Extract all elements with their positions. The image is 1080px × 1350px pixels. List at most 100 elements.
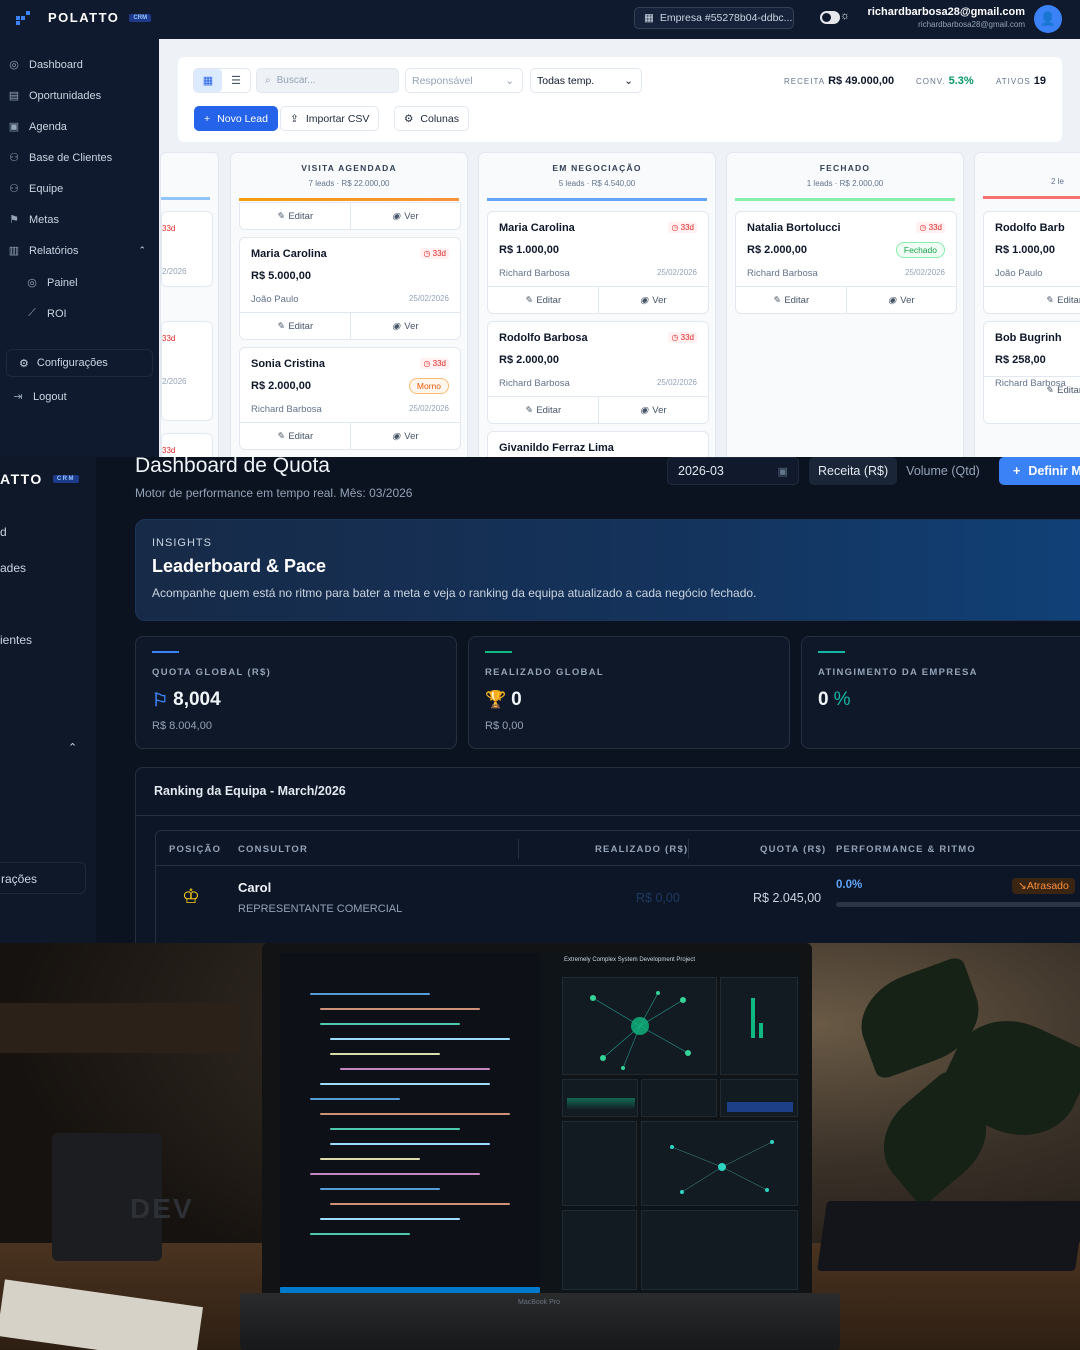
days-value: 33d xyxy=(680,223,694,232)
temperature-select[interactable]: Todas temp. ⌄ xyxy=(530,68,642,93)
code-editor xyxy=(280,953,540,1293)
revenue-toggle[interactable]: Receita (R$) xyxy=(809,457,898,485)
lead-card[interactable]: Bob Bugrinh R$ 258,00 Richard Barbosa ✎ E… xyxy=(983,321,1080,424)
column-title: EM NEGOCIAÇÃO xyxy=(552,163,642,173)
grid-view-icon[interactable]: ▦ xyxy=(194,69,222,92)
view-button[interactable]: ◉ Ver xyxy=(351,423,461,449)
volume-toggle[interactable]: Volume (Qtd) xyxy=(897,457,989,485)
card-actions: ✎ Editar xyxy=(984,376,1080,403)
lead-card[interactable]: Natalia Bortolucci ◷ 33d R$ 2.000,00 Fec… xyxy=(735,211,957,314)
import-csv-button[interactable]: ⇪ Importar CSV xyxy=(280,106,380,131)
lead-card[interactable]: Maria Carolina ◷ 33d R$ 5.000,00 João Pa… xyxy=(239,237,461,340)
avatar[interactable]: 👤 xyxy=(1034,5,1062,33)
card-value: R$ 5.000,00 xyxy=(251,270,311,282)
edit-label: Editar xyxy=(784,294,810,306)
sidebar-item-oportunidades[interactable]: ▤ Oportunidades xyxy=(8,89,101,103)
sidebar-item-label: Painel xyxy=(47,276,78,289)
chevron-down-icon: ⌄ xyxy=(505,74,514,87)
consultant-name: Carol xyxy=(238,880,272,895)
column-total: R$ 22.000,00 xyxy=(341,179,390,188)
performance-panel xyxy=(720,977,798,1075)
sidebar-item-clientes[interactable]: ⚇ Base de Clientes xyxy=(8,151,112,165)
theme-toggle[interactable] xyxy=(820,11,840,24)
edit-button[interactable]: ✎ Editar xyxy=(240,313,351,339)
code-line xyxy=(340,1068,490,1070)
card[interactable]: 33d xyxy=(161,433,213,457)
pencil-icon: ✎ xyxy=(276,430,285,442)
brand-badge: CRM xyxy=(129,13,152,22)
logo[interactable]: ATTO CRM xyxy=(0,471,79,487)
view-button[interactable]: ◉ Ver xyxy=(351,313,461,339)
card-owner: Richard Barbosa xyxy=(251,404,322,415)
code-line xyxy=(310,993,430,995)
month-input[interactable]: 2026-03 ▣ xyxy=(667,457,799,485)
sidebar-item-roi[interactable]: ⟋ ROI xyxy=(26,307,66,320)
brand-name: ATTO xyxy=(0,471,43,487)
logout-button[interactable]: ⇥ Logout xyxy=(12,390,66,404)
kanban-column-partial-left: 33d 2/2026 33d 2/2026 33d xyxy=(160,152,219,457)
chevron-up-icon[interactable]: ⌃ xyxy=(68,741,77,754)
page-subtitle: Motor de performance em tempo real. Mês:… xyxy=(135,486,413,500)
card-owner: Richard Barbosa xyxy=(499,378,570,389)
card-owner: Richard Barbosa xyxy=(499,268,570,279)
lead-card[interactable]: Maria Carolina ◷ 33d R$ 1.000,00 Richard… xyxy=(487,211,709,314)
view-button[interactable]: ◉ Ver xyxy=(599,397,709,423)
laptop: Extremely Complex System Development Pro… xyxy=(262,943,812,1303)
pencil-icon: ✎ xyxy=(772,294,781,306)
define-goal-button[interactable]: + Definir M xyxy=(999,457,1080,485)
card[interactable]: 33d 2/2026 xyxy=(161,321,213,421)
view-button[interactable]: ◉ Ver xyxy=(847,287,957,313)
search-input[interactable]: ⌕ Buscar... xyxy=(256,68,399,93)
sidebar-item-painel[interactable]: ◎ Painel xyxy=(26,276,78,290)
edit-button[interactable]: ✎ Editar xyxy=(240,423,351,449)
sidebar: ATTO CRM d ades ientes ⌃ rações xyxy=(0,457,96,943)
code-line xyxy=(330,1203,510,1205)
card-days: ◷ 33d xyxy=(916,222,945,233)
edit-button[interactable]: ✎ Editar xyxy=(736,287,847,313)
lead-card[interactable]: Rodolfo Barbosa ◷ 33d R$ 2.000,00 Richar… xyxy=(487,321,709,424)
code-line xyxy=(320,1158,420,1160)
sidebar-item-metas[interactable]: ⚑ Metas xyxy=(8,213,59,227)
sidebar-item-partial[interactable]: d xyxy=(0,525,7,539)
sidebar-item-dashboard[interactable]: ◎ Dashboard xyxy=(8,58,83,72)
sidebar-item-partial[interactable]: ientes xyxy=(0,633,32,647)
col-header: QUOTA (R$) xyxy=(760,844,827,855)
kpi-quota-global: QUOTA GLOBAL (R$) ⚐ 8,004 R$ 8.004,00 xyxy=(135,636,457,749)
view-button[interactable]: ◉ Ver xyxy=(599,287,709,313)
edit-button[interactable]: ✎ Editar xyxy=(488,397,599,423)
metric-value: 5.3% xyxy=(948,75,974,87)
edit-button[interactable]: ✎ Editar xyxy=(984,287,1080,313)
list-view-icon[interactable]: ☰ xyxy=(222,69,250,92)
lead-card[interactable]: Rodolfo Barb R$ 1.000,00 João Paulo ✎ Edi… xyxy=(983,211,1080,314)
lead-card[interactable]: Sonia Cristina ◷ 33d R$ 2.000,00 Morno R… xyxy=(239,347,461,450)
sidebar-item-equipe[interactable]: ⚇ Equipe xyxy=(8,182,63,196)
eye-icon: ◉ xyxy=(391,210,401,222)
code-line xyxy=(310,1098,400,1100)
edit-button[interactable]: ✎ Editar xyxy=(240,203,351,229)
conversion-metric: CONV. 5.3% xyxy=(916,75,974,87)
process-panel xyxy=(562,1121,637,1206)
settings-button[interactable]: ⚙ Configurações xyxy=(6,349,153,377)
toolbar: ▦ ☰ ⌕ Buscar... Responsável ⌄ Todas temp. ⌄… xyxy=(178,57,1062,142)
crm-screenshot: POLATTO CRM ▦ Empresa #55278b04-ddbc... ☼… xyxy=(0,0,1080,457)
lead-card[interactable]: Givanildo Ferraz Lima xyxy=(487,431,709,457)
edit-button[interactable]: ✎ Editar xyxy=(488,287,599,313)
view-button[interactable]: ◉ Ver xyxy=(351,203,461,229)
responsible-select[interactable]: Responsável ⌄ xyxy=(405,68,523,93)
banner-title: Leaderboard & Pace xyxy=(152,556,327,576)
sidebar-item-partial[interactable]: ades xyxy=(0,561,26,575)
sidebar-item-agenda[interactable]: ▣ Agenda xyxy=(8,120,67,134)
metric-value: 19 xyxy=(1033,75,1046,87)
card[interactable]: 33d 2/2026 xyxy=(161,211,213,287)
new-lead-button[interactable]: + Novo Lead xyxy=(194,106,278,131)
logo[interactable]: POLATTO CRM xyxy=(16,10,152,25)
settings-button[interactable]: rações xyxy=(0,862,86,894)
columns-button[interactable]: ⚙ Colunas xyxy=(394,106,469,131)
clock-icon: ◷ xyxy=(671,223,681,232)
button-label: Definir M xyxy=(1028,464,1080,478)
edit-button[interactable]: ✎ Editar xyxy=(984,377,1080,403)
company-selector[interactable]: ▦ Empresa #55278b04-ddbc... xyxy=(634,7,794,29)
sidebar-item-relatorios[interactable]: ▥ Relatórios ⌃ xyxy=(8,244,146,258)
card-actions: ✎ Editar ◉ Ver xyxy=(736,286,956,313)
column-line xyxy=(161,197,210,200)
